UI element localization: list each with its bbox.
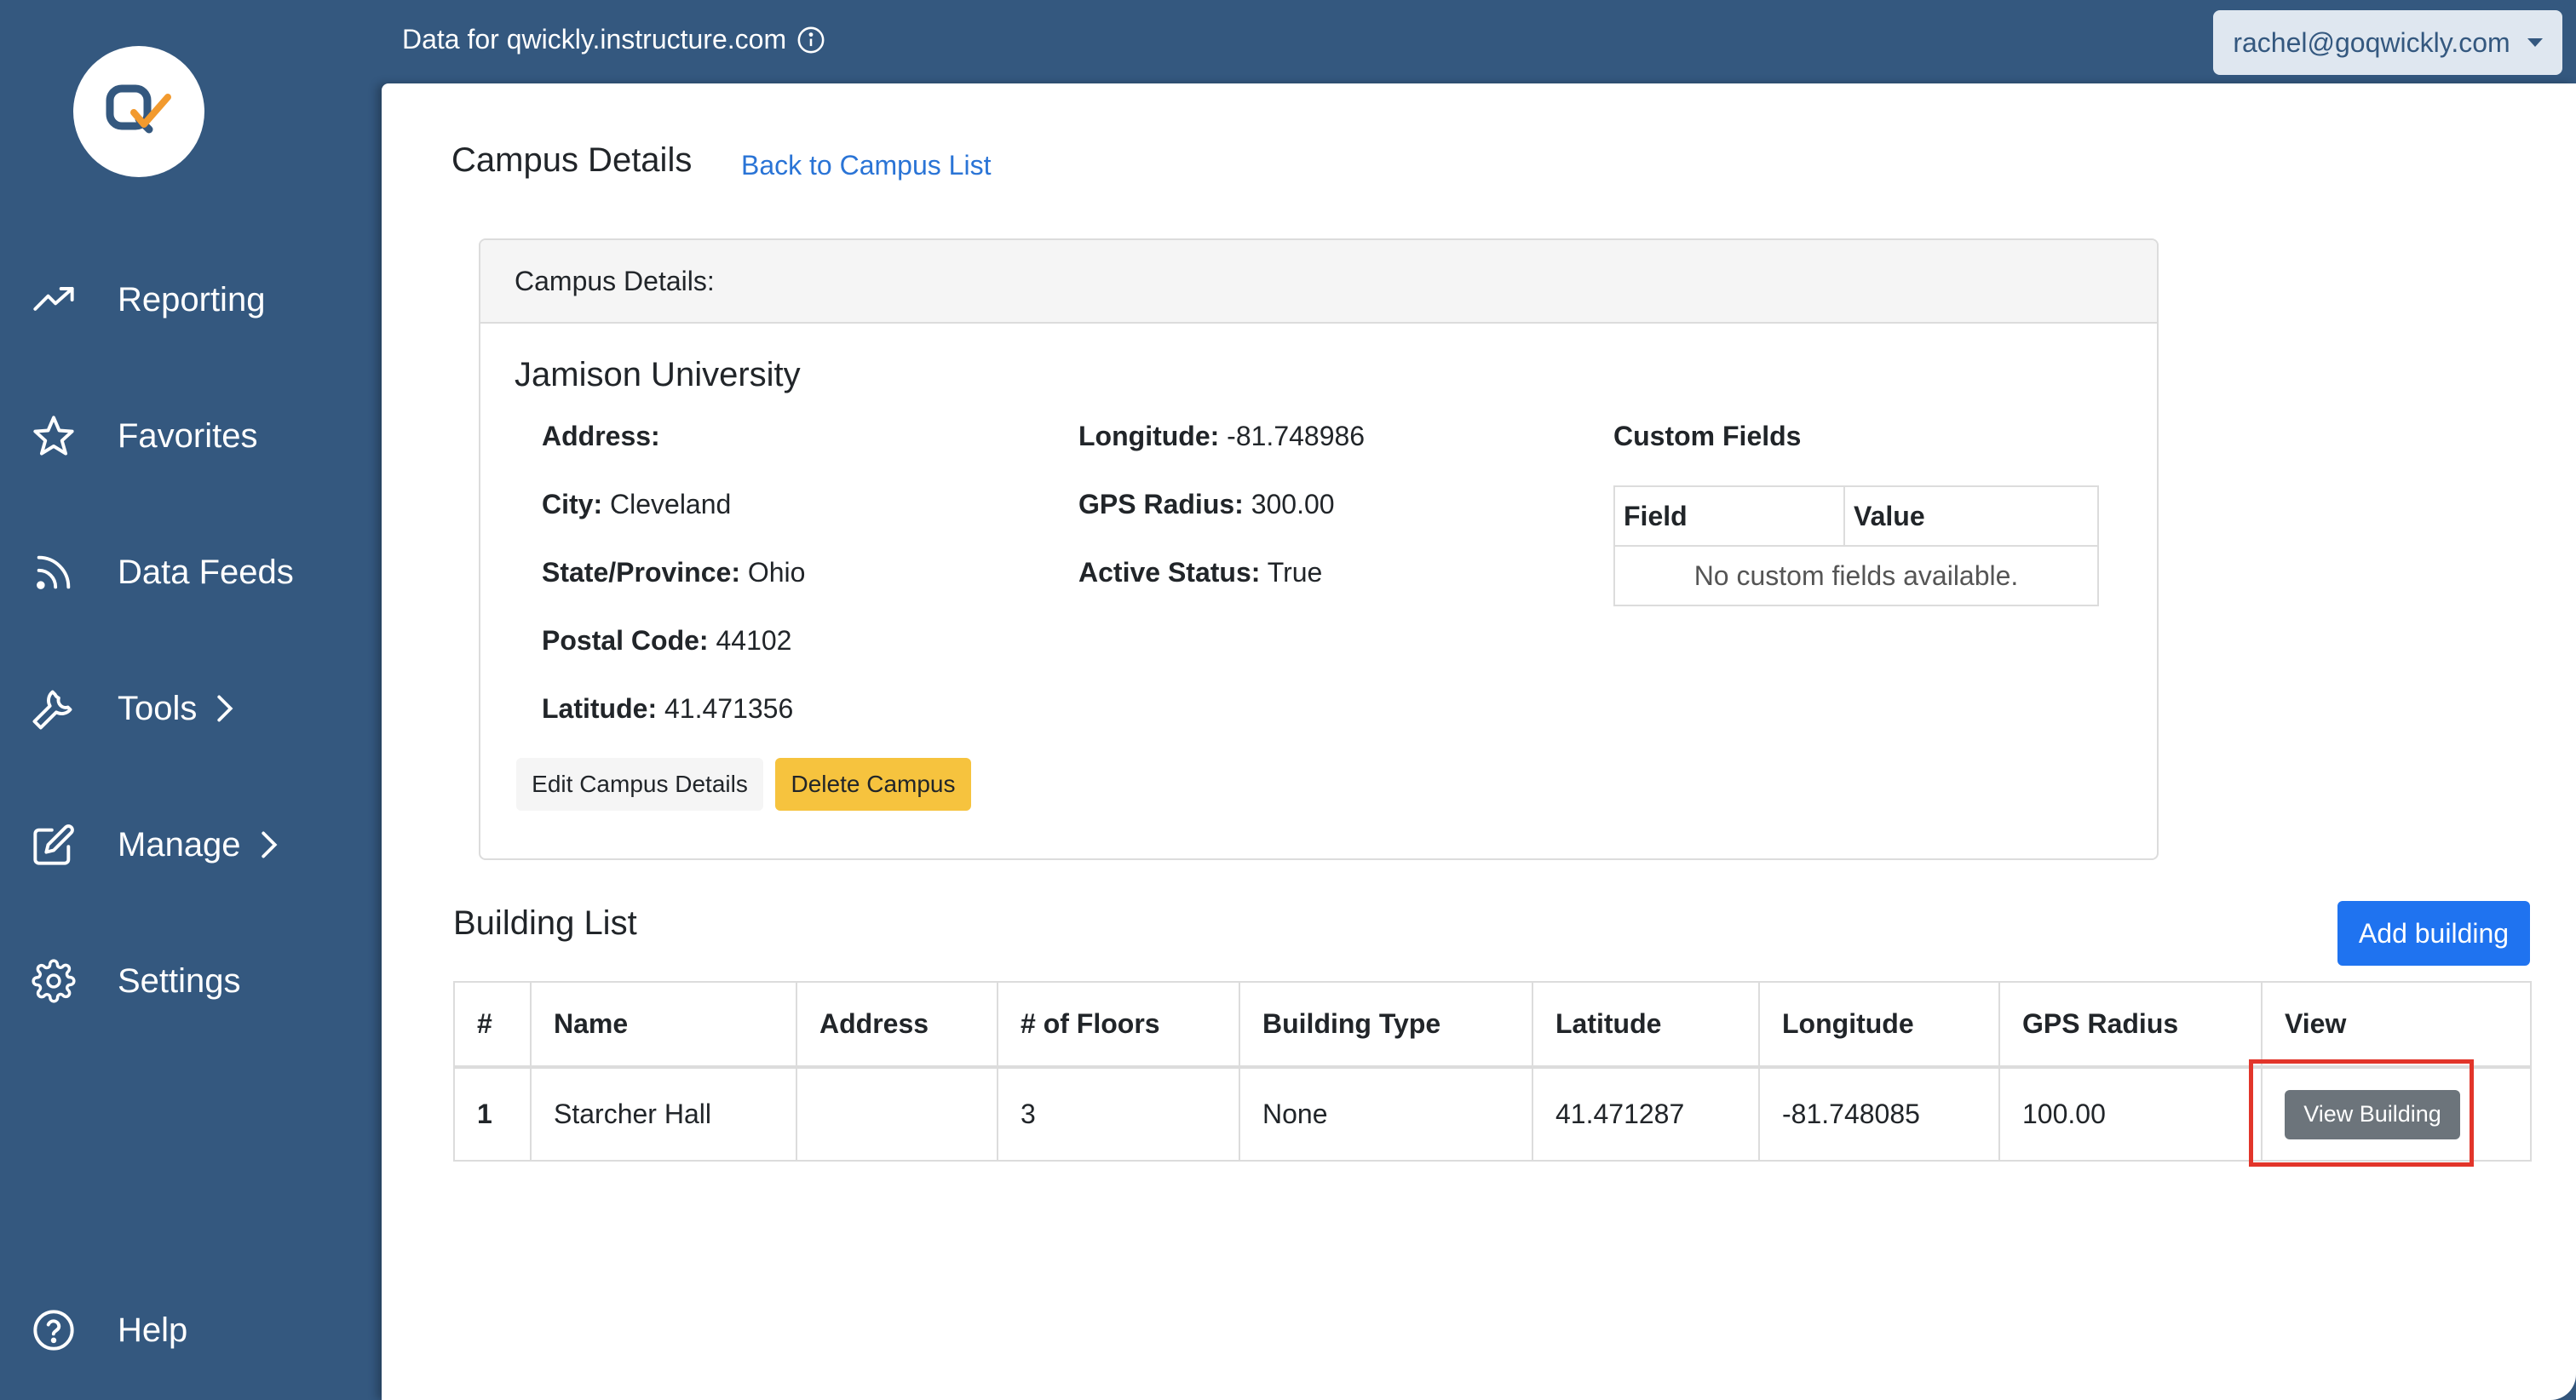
cell-floors: 3 <box>997 1066 1240 1162</box>
column-header: # of Floors <box>997 981 1240 1069</box>
sidebar-item-settings[interactable]: Settings <box>31 947 241 1015</box>
column-header: Address <box>796 981 998 1069</box>
account-dropdown[interactable]: rachel@goqwickly.com <box>2213 10 2562 75</box>
field-label: Latitude: <box>542 693 658 724</box>
card-header: Campus Details: <box>480 240 2157 324</box>
cell-building-type: None <box>1239 1066 1533 1162</box>
field-label: Postal Code: <box>542 625 709 656</box>
field-gps-radius: GPS Radius: 300.00 <box>1078 489 1335 520</box>
edit-campus-details-button[interactable]: Edit Campus Details <box>516 758 763 811</box>
sidebar-item-label: Reporting <box>118 280 266 318</box>
sidebar-item-help[interactable]: Help <box>31 1296 187 1364</box>
rss-feed-icon <box>31 549 77 595</box>
table-header-row: # Name Address # of Floors Building Type… <box>453 981 2532 1069</box>
site-data-title: Data for qwickly.instructure.com <box>402 24 825 55</box>
cell-longitude: -81.748085 <box>1758 1066 2000 1162</box>
sidebar-item-manage[interactable]: Manage <box>31 811 285 879</box>
column-header: Longitude <box>1758 981 2000 1069</box>
delete-campus-button[interactable]: Delete Campus <box>775 758 971 811</box>
field-value: -81.748986 <box>1227 421 1366 451</box>
cell-index: 1 <box>453 1066 532 1162</box>
chevron-right-icon <box>260 828 285 862</box>
sidebar-item-reporting[interactable]: Reporting <box>31 266 265 334</box>
column-header: GPS Radius <box>1998 981 2263 1069</box>
field-label: Active Status: <box>1078 557 1261 588</box>
field-label: State/Province: <box>542 557 740 588</box>
cell-gps-radius: 100.00 <box>1998 1066 2263 1162</box>
sidebar-item-label: Settings <box>118 961 241 1000</box>
field-latitude: Latitude: 41.471356 <box>542 693 793 725</box>
field-address: Address: <box>542 421 660 452</box>
custom-fields-empty-message: No custom fields available. <box>1613 545 2099 606</box>
field-state: State/Province: Ohio <box>542 557 805 588</box>
column-header: Name <box>530 981 797 1069</box>
field-value: 44102 <box>716 625 792 656</box>
field-label: GPS Radius: <box>1078 489 1244 519</box>
sidebar-item-data-feeds[interactable]: Data Feeds <box>31 538 294 606</box>
view-building-button[interactable]: View Building <box>2285 1089 2460 1139</box>
field-value: Cleveland <box>610 489 732 519</box>
custom-fields-table: Field Value No custom fields available. <box>1613 485 2099 606</box>
column-header: # <box>453 981 532 1069</box>
cell-address <box>796 1066 998 1162</box>
column-header: Latitude <box>1532 981 1760 1069</box>
field-value: 300.00 <box>1251 489 1335 519</box>
building-list-title: Building List <box>453 904 637 942</box>
sidebar-item-label: Tools <box>118 689 198 727</box>
info-icon[interactable] <box>796 26 825 55</box>
sidebar-item-label: Manage <box>118 825 241 864</box>
field-city: City: Cleveland <box>542 489 731 520</box>
column-header: Field <box>1613 485 1845 547</box>
trending-up-icon <box>31 277 77 323</box>
page-title: Campus Details <box>451 141 693 179</box>
field-label: City: <box>542 489 603 519</box>
sidebar-item-favorites[interactable]: Favorites <box>31 402 258 470</box>
field-active-status: Active Status: True <box>1078 557 1322 588</box>
column-header: View <box>2261 981 2532 1069</box>
help-circle-icon <box>31 1307 77 1353</box>
campus-name: Jamison University <box>515 356 801 393</box>
sidebar-item-tools[interactable]: Tools <box>31 674 241 743</box>
field-longitude: Longitude: -81.748986 <box>1078 421 1365 452</box>
qwickly-logo-icon[interactable] <box>73 46 204 177</box>
field-value: Ohio <box>747 557 806 588</box>
field-label: Longitude: <box>1078 421 1220 451</box>
building-table: # Name Address # of Floors Building Type… <box>453 981 2532 1162</box>
field-value: 41.471356 <box>664 693 794 724</box>
main-content: Campus Details Back to Campus List Campu… <box>382 83 2576 1400</box>
field-postal-code: Postal Code: 44102 <box>542 625 791 657</box>
field-label: Address: <box>542 421 660 451</box>
field-value: True <box>1267 557 1323 588</box>
gear-icon <box>31 958 77 1004</box>
top-bar: Data for qwickly.instructure.com rachel@… <box>382 0 2576 83</box>
cell-latitude: 41.471287 <box>1532 1066 1760 1162</box>
back-to-campus-list-link[interactable]: Back to Campus List <box>741 150 991 181</box>
column-header: Value <box>1843 485 2099 547</box>
account-email: rachel@goqwickly.com <box>2233 26 2510 58</box>
custom-fields-title: Custom Fields <box>1613 421 1802 451</box>
star-icon <box>31 413 77 459</box>
campus-details-card: Campus Details: Jamison University Addre… <box>479 238 2159 860</box>
cell-name: Starcher Hall <box>530 1066 797 1162</box>
chevron-right-icon <box>216 691 241 726</box>
sidebar-item-label: Data Feeds <box>118 553 294 591</box>
site-data-title-text: Data for qwickly.instructure.com <box>402 24 787 55</box>
column-header: Building Type <box>1239 981 1533 1069</box>
cell-view: View Building <box>2261 1066 2532 1162</box>
add-building-button[interactable]: Add building <box>2337 901 2530 966</box>
sidebar-item-label: Favorites <box>118 416 258 455</box>
table-row: 1 Starcher Hall 3 None 41.471287 -81.748… <box>453 1066 2532 1162</box>
caret-down-icon <box>2527 38 2543 47</box>
edit-icon <box>31 822 77 868</box>
wrench-icon <box>31 686 77 732</box>
sidebar-item-label: Help <box>118 1311 188 1349</box>
sidebar: Reporting Favorites Data Feeds Tools Man… <box>0 0 382 1400</box>
